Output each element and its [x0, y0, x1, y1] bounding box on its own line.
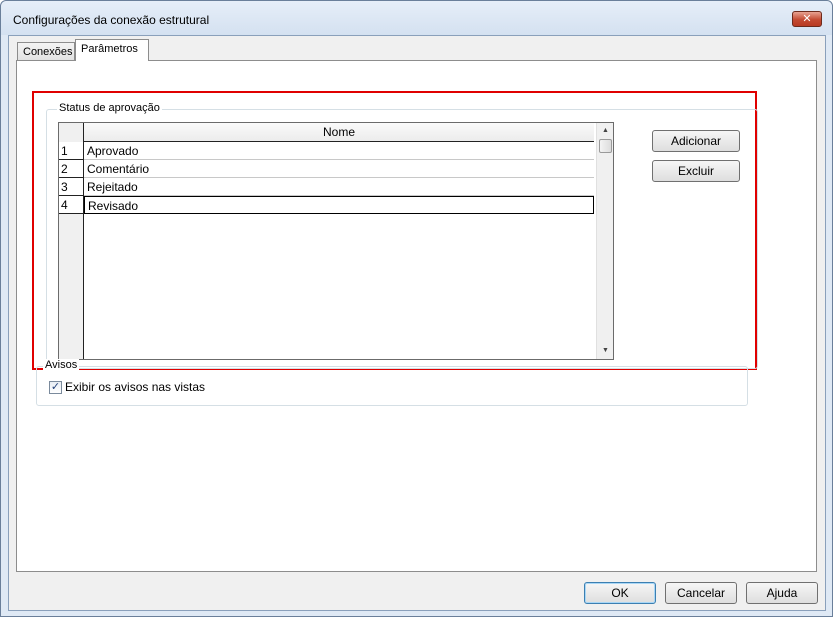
- close-icon: ✕: [802, 12, 812, 25]
- grid-corner-cell: [59, 123, 84, 142]
- tab-parametros[interactable]: Parâmetros: [75, 39, 149, 61]
- row-number: 2: [59, 160, 84, 178]
- tab-label: Conexões: [23, 46, 73, 58]
- approval-status-label: Status de aprovação: [57, 102, 162, 114]
- table-row[interactable]: 3 Rejeitado: [59, 178, 594, 196]
- row-number: 4: [59, 196, 84, 214]
- close-button[interactable]: ✕: [792, 11, 822, 27]
- table-row-selected[interactable]: 4 Revisado: [59, 196, 594, 214]
- row-number: 3: [59, 178, 84, 196]
- grid-header: Nome: [59, 123, 594, 142]
- row-name-cell[interactable]: Rejeitado: [84, 178, 594, 196]
- table-row[interactable]: 2 Comentário: [59, 160, 594, 178]
- highlight-frame: Status de aprovação Nome 1 Aprovado 2 Co…: [32, 91, 758, 370]
- approval-status-group: Status de aprovação Nome 1 Aprovado 2 Co…: [46, 102, 758, 369]
- show-warnings-label[interactable]: Exibir os avisos nas vistas: [65, 380, 205, 394]
- delete-button[interactable]: Excluir: [652, 160, 740, 182]
- vertical-scrollbar[interactable]: ▲ ▼: [596, 123, 613, 359]
- tab-conexoes[interactable]: Conexões: [17, 42, 75, 60]
- approval-status-grid[interactable]: Nome 1 Aprovado 2 Comentário 3 Rejeitado…: [58, 122, 614, 360]
- row-name-cell[interactable]: Revisado: [84, 196, 594, 214]
- scroll-down-icon[interactable]: ▼: [597, 343, 614, 359]
- warnings-label: Avisos: [43, 359, 80, 371]
- show-warnings-checkbox[interactable]: ✓: [49, 381, 62, 394]
- row-name-cell[interactable]: Comentário: [84, 160, 594, 178]
- ok-button[interactable]: OK: [584, 582, 656, 604]
- dialog-client-area: Conexões Parâmetros Status de aprovação …: [8, 35, 826, 611]
- approval-status-label-text: Status de aprovação: [59, 102, 160, 114]
- dialog-window: Configurações da conexão estrutural ✕ Co…: [0, 0, 833, 617]
- warnings-label-text: Avisos: [45, 359, 78, 371]
- parametros-panel: Status de aprovação Nome 1 Aprovado 2 Co…: [16, 60, 817, 572]
- window-title: Configurações da conexão estrutural: [13, 13, 210, 27]
- row-number: 1: [59, 142, 84, 160]
- cancel-button[interactable]: Cancelar: [665, 582, 737, 604]
- scroll-up-icon[interactable]: ▲: [597, 123, 614, 139]
- scroll-thumb[interactable]: [599, 139, 612, 153]
- warnings-group: Avisos ✓ Exibir os avisos nas vistas: [36, 359, 748, 406]
- column-header-nome[interactable]: Nome: [84, 123, 594, 142]
- help-button[interactable]: Ajuda: [746, 582, 818, 604]
- title-bar: Configurações da conexão estrutural ✕: [1, 1, 832, 35]
- checkmark-icon: ✓: [50, 381, 61, 393]
- row-name-cell[interactable]: Aprovado: [84, 142, 594, 160]
- tab-label: Parâmetros: [81, 43, 138, 55]
- add-button[interactable]: Adicionar: [652, 130, 740, 152]
- table-row[interactable]: 1 Aprovado: [59, 142, 594, 160]
